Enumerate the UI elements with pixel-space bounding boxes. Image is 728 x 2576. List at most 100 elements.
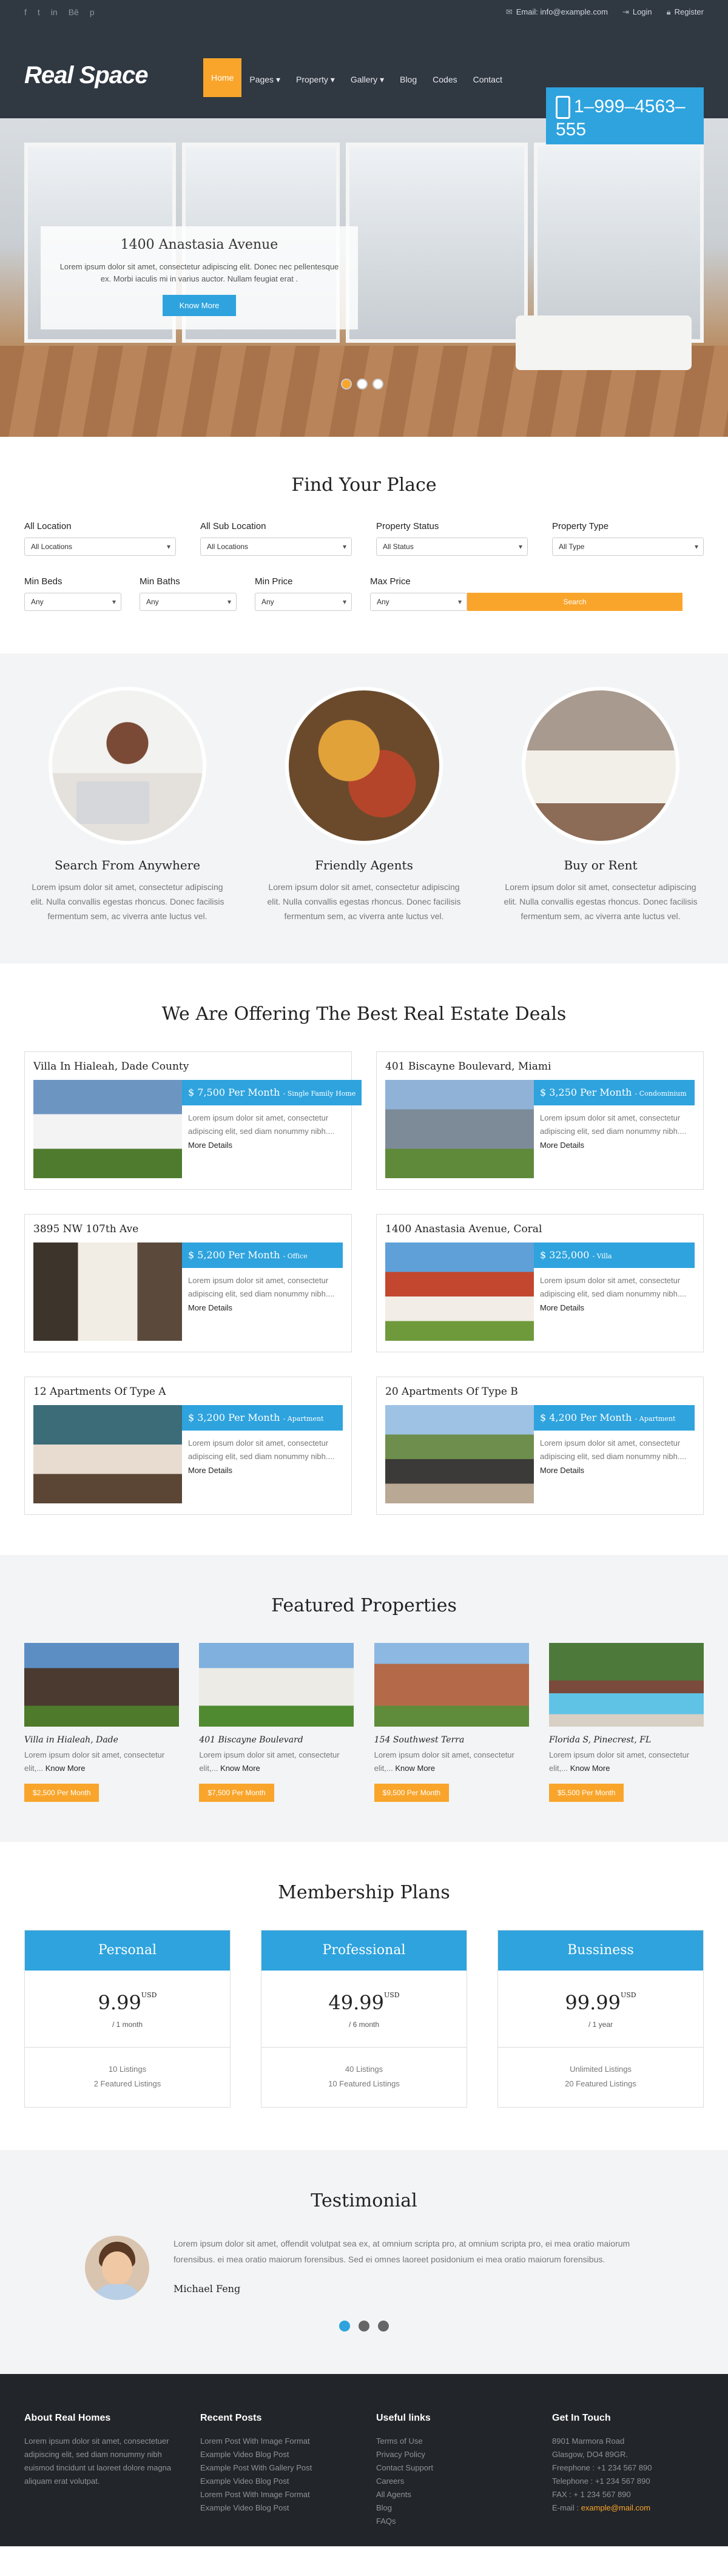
nav-contact[interactable]: Contact [465,62,510,97]
feature-card: Friendly Agents Lorem ipsum dolor sit am… [261,687,467,923]
footer-post-link[interactable]: Example Video Blog Post [200,2475,352,2488]
footer-link[interactable]: Privacy Policy [376,2448,528,2461]
nav-pages[interactable]: Pages ▾ [241,62,288,97]
featured-price-button[interactable]: $2,500 Per Month [24,1784,99,1802]
deal-image[interactable] [33,1242,182,1341]
testimonial-dot-3[interactable] [378,2321,389,2332]
footer-contact: Get In Touch 8901 Marmora Road Glasgow, … [552,2413,704,2528]
more-details-link[interactable]: More Details [188,1141,356,1150]
type-select[interactable]: All Type [552,538,704,556]
featured-image[interactable] [24,1643,179,1727]
max-price-select[interactable]: Any [370,593,467,611]
hero-sofa [516,315,692,370]
plan-card-personal[interactable]: Personal 9.99USD / 1 month 10 Listings 2… [24,1930,231,2108]
footer-post-link[interactable]: Example Video Blog Post [200,2501,352,2515]
more-details-link[interactable]: More Details [540,1141,689,1150]
nav-blog[interactable]: Blog [392,62,425,97]
footer-link[interactable]: Blog [376,2501,528,2515]
deal-image[interactable] [385,1080,534,1178]
deal-image[interactable] [33,1405,182,1503]
footer-link[interactable]: Careers [376,2475,528,2488]
status-select[interactable]: All Status [376,538,528,556]
plan-listings: 40 Listings [345,2065,383,2074]
deal-card: 12 Apartments Of Type A $ 3,200 Per Mont… [24,1377,352,1515]
footer-post-link[interactable]: Example Video Blog Post [200,2448,352,2461]
slider-dot-2[interactable] [357,379,368,389]
more-details-link[interactable]: More Details [540,1303,689,1312]
linkedin-icon[interactable]: in [51,7,58,17]
min-price-select[interactable]: Any [255,593,352,611]
featured-image[interactable] [374,1643,529,1727]
deal-type: - Apartment [283,1415,324,1423]
sub-location-select[interactable]: All Locations [200,538,352,556]
more-details-link[interactable]: More Details [188,1466,337,1475]
plan-card-professional[interactable]: Professional 49.99USD / 6 month 40 Listi… [261,1930,467,2108]
footer-post-link[interactable]: Example Post With Gallery Post [200,2461,352,2475]
deal-title: 401 Biscayne Boulevard, Miami [385,1060,551,1073]
know-more-button[interactable]: Know More [162,295,237,316]
min-baths-select[interactable]: Any [140,593,237,611]
lock-icon: 🔒︎ [666,7,671,16]
facebook-icon[interactable]: f [24,7,27,17]
mobile-phone-icon [556,96,570,120]
phone-number: 1–999–4563–555 [556,96,686,140]
featured-price-button[interactable]: $7,500 Per Month [199,1784,274,1802]
hero-window-right [346,143,528,343]
plan-price: 49.99USD [261,1991,467,2014]
featured-text: Lorem ipsum dolor sit amet, consectetur … [199,1748,354,1775]
footer-link[interactable]: Contact Support [376,2461,528,2475]
know-more-link[interactable]: Know More [46,1764,86,1773]
deal-price-value: $ 325,000 [540,1249,590,1261]
email-link[interactable]: ✉ Email: info@example.com [506,7,608,17]
plan-card-business[interactable]: Bussiness 99.99USD / 1 year Unlimited Li… [497,1930,704,2108]
nav-home[interactable]: Home [203,58,242,97]
featured-price-button[interactable]: $9,500 Per Month [374,1784,450,1802]
more-details-link[interactable]: More Details [540,1466,689,1475]
featured-card: Florida S, Pinecrest, FL Lorem ipsum dol… [548,1643,704,1802]
featured-name: Florida S, Pinecrest, FL [548,1735,652,1745]
footer-link[interactable]: Terms of Use [376,2435,528,2448]
nav-property[interactable]: Property ▾ [288,62,343,97]
footer-link[interactable]: All Agents [376,2488,528,2501]
know-more-link[interactable]: Know More [570,1764,610,1773]
min-beds-select[interactable]: Any [24,593,121,611]
slider-dot-3[interactable] [372,379,383,389]
footer-link[interactable]: FAQs [376,2515,528,2528]
logo[interactable]: Real Space [24,62,203,89]
register-link[interactable]: 🔒︎ Register [667,7,704,17]
footer-post-link[interactable]: Lorem Post With Image Format [200,2488,352,2501]
feature-card: Buy or Rent Lorem ipsum dolor sit amet, … [497,687,704,923]
featured-price-button[interactable]: $5,500 Per Month [548,1784,624,1802]
testimonial-dot-1[interactable] [339,2321,350,2332]
pinterest-icon[interactable]: p [90,7,95,17]
membership-section: Membership Plans Personal 9.99USD / 1 mo… [0,1842,728,2150]
deal-image[interactable] [385,1405,534,1503]
deal-title: Villa In Hialeah, Dade County [33,1060,189,1073]
slider-dot-1[interactable] [341,379,352,389]
nav-gallery[interactable]: Gallery ▾ [343,62,392,97]
feature-text: Lorem ipsum dolor sit amet, consectetur … [267,882,461,921]
know-more-link[interactable]: Know More [220,1764,260,1773]
phone-box[interactable]: 1–999–4563–555 [546,87,704,144]
testimonial-dot-2[interactable] [359,2321,369,2332]
search-button[interactable]: Search [467,593,682,611]
featured-image[interactable] [199,1643,354,1727]
hero-title: 1400 Anastasia Avenue [120,237,278,252]
testimonial-avatar [85,2236,149,2300]
behance-icon[interactable]: Bē [69,7,79,17]
plan-currency: USD [141,1991,157,1999]
more-details-link[interactable]: More Details [188,1303,337,1312]
plan-name: Bussiness [498,1930,703,1971]
login-link[interactable]: ⇥ Login [622,7,652,17]
featured-image[interactable] [548,1643,704,1727]
deal-image[interactable] [385,1242,534,1341]
deal-title: 20 Apartments Of Type B [385,1386,518,1398]
footer-email-link[interactable]: example@mail.com [581,2503,650,2512]
twitter-icon[interactable]: t [38,7,40,17]
location-select[interactable]: All Locations [24,538,176,556]
know-more-link[interactable]: Know More [395,1764,435,1773]
deal-image[interactable] [33,1080,182,1178]
footer-post-link[interactable]: Lorem Post With Image Format [200,2435,352,2448]
nav-property-label: Property [295,75,328,84]
nav-codes[interactable]: Codes [425,62,465,97]
